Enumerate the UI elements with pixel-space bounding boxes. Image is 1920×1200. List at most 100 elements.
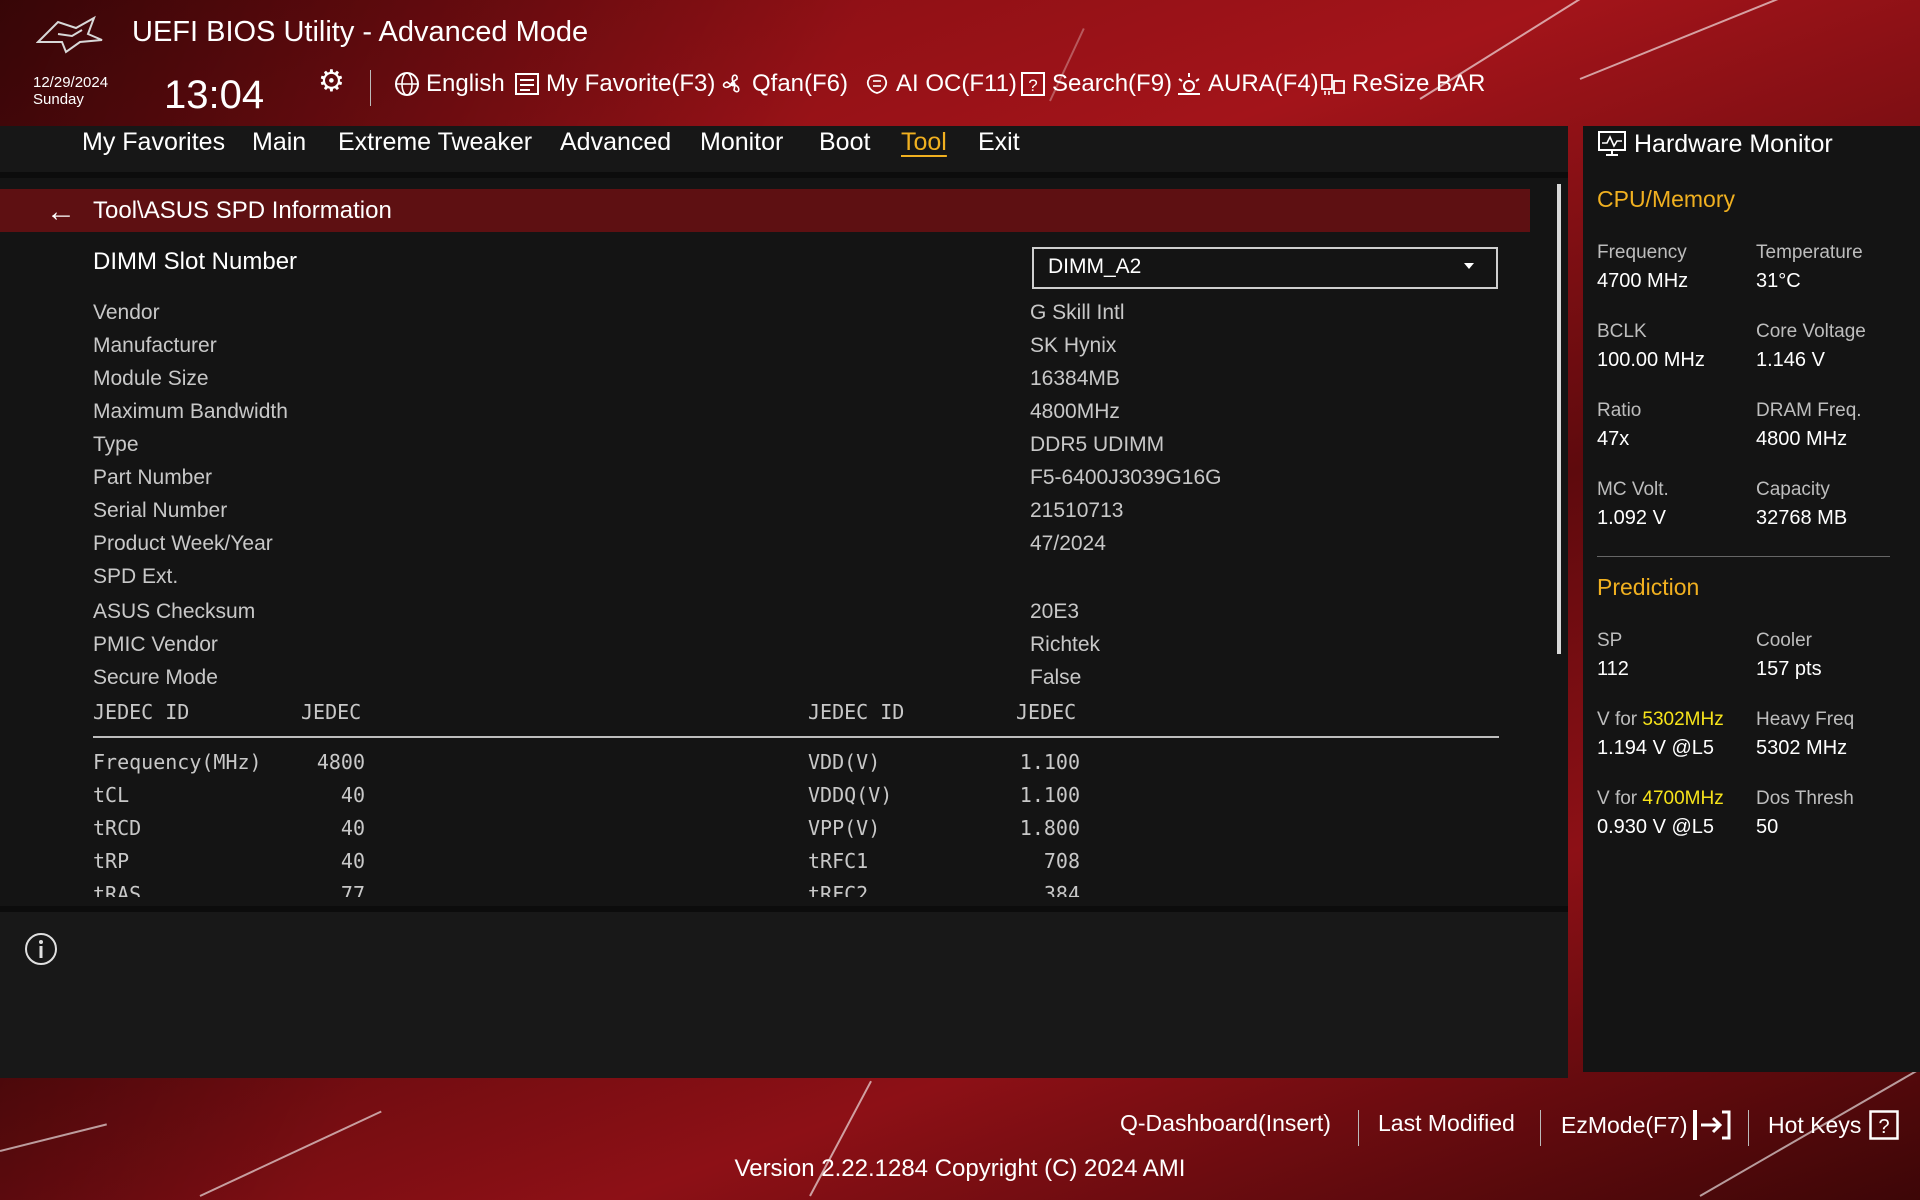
tab-tool[interactable]: Tool	[901, 128, 947, 157]
hw-label: DRAM Freq.	[1756, 400, 1862, 421]
v-for-frequency: 5302MHz	[1642, 709, 1724, 730]
qfan-label: Qfan(F6)	[752, 70, 849, 97]
hw-value: 4800 MHz	[1756, 428, 1848, 450]
weekday-text: Sunday	[33, 91, 84, 108]
jedec-row-id: tRAS	[93, 882, 142, 897]
spd-value: 21510713	[1030, 499, 1124, 522]
jedec-row-value: 40	[340, 816, 365, 840]
qfan-button[interactable]: Qfan(F6)	[720, 70, 848, 98]
aura-button[interactable]: AURA(F4)	[1176, 70, 1319, 98]
tab-monitor[interactable]: Monitor	[700, 128, 783, 157]
jedec-header: JEDEC ID	[808, 700, 905, 724]
hw-value: 1.194 V @L5	[1597, 737, 1715, 759]
help-question-icon: ?	[1869, 1110, 1900, 1140]
hw-value: 100.00 MHz	[1597, 349, 1705, 371]
hw-label: Ratio	[1597, 400, 1642, 421]
jedec-row-id: tCL	[93, 783, 130, 807]
tab-advanced[interactable]: Advanced	[560, 128, 671, 157]
spd-label: Secure Mode	[93, 666, 218, 689]
question-search-icon: ?	[1021, 72, 1045, 96]
spd-value: F5-6400J3039G16G	[1030, 466, 1222, 489]
ai-oc-button[interactable]: AI OC(F11)	[864, 70, 1017, 98]
hw-label: SP	[1597, 630, 1623, 651]
hw-value: 50	[1756, 816, 1779, 838]
my-favorite-button[interactable]: My Favorite(F3)	[514, 70, 715, 98]
hot-keys-button[interactable]: Hot Keys ?	[1768, 1110, 1900, 1140]
rog-logo-icon	[36, 15, 103, 54]
spd-value: SK Hynix	[1030, 334, 1117, 357]
dimm-slot-value: DIMM_A2	[1048, 255, 1142, 278]
tab-extreme-tweaker[interactable]: Extreme Tweaker	[338, 128, 532, 157]
fan-icon	[722, 74, 740, 93]
language-label: English	[426, 70, 505, 97]
spd-value: 16384MB	[1030, 367, 1120, 390]
date-display: 12/29/2024 Sunday	[33, 74, 108, 108]
q-dashboard-button[interactable]: Q-Dashboard(Insert)	[1120, 1110, 1331, 1137]
dimm-slot-select[interactable]: DIMM_A2	[1032, 247, 1498, 289]
spd-label: Product Week/Year	[93, 532, 273, 555]
info-icon	[25, 933, 57, 965]
ezmode-label: EzMode(F7)	[1561, 1111, 1688, 1138]
hw-label: Core Voltage	[1756, 321, 1866, 342]
help-panel	[0, 906, 1568, 1078]
header-divider	[370, 70, 371, 106]
jedec-row-id: VDDQ(V)	[808, 783, 893, 807]
tab-exit[interactable]: Exit	[978, 128, 1020, 157]
jedec-header: JEDEC	[1016, 700, 1077, 724]
jedec-header: JEDEC ID	[93, 700, 190, 724]
hot-keys-label: Hot Keys	[1768, 1111, 1862, 1138]
spd-label: SPD Ext.	[93, 565, 179, 588]
tab-boot[interactable]: Boot	[819, 128, 870, 157]
spd-label: Manufacturer	[93, 334, 217, 357]
dropdown-arrow-icon	[1464, 263, 1474, 269]
resize-bar-button[interactable]: ReSize BAR	[1320, 70, 1485, 98]
scrollbar[interactable]	[1557, 184, 1561, 654]
spd-value: G Skill Intl	[1030, 301, 1125, 324]
jedec-row-value: 77	[340, 882, 365, 897]
cpu-memory-heading: CPU/Memory	[1597, 186, 1736, 212]
hw-label: V for 4700MHz	[1597, 788, 1724, 810]
hw-value: 1.092 V	[1597, 507, 1666, 529]
spd-value: 47/2024	[1030, 532, 1106, 555]
spd-value: 20E3	[1030, 600, 1080, 623]
spd-value: Richtek	[1030, 633, 1101, 656]
jedec-row-id: tRP	[93, 849, 130, 873]
search-label: Search(F9)	[1052, 70, 1173, 97]
my-favorite-label: My Favorite(F3)	[546, 70, 716, 97]
spd-label: PMIC Vendor	[93, 633, 218, 656]
v-for-prefix: V for	[1597, 709, 1643, 730]
menu-bar	[0, 126, 1568, 178]
prediction-heading: Prediction	[1597, 574, 1700, 600]
hw-value: 157 pts	[1756, 658, 1822, 680]
spd-value: 4800MHz	[1030, 400, 1120, 423]
hw-label: Heavy Freq	[1756, 709, 1855, 730]
ai-oc-label: AI OC(F11)	[896, 70, 1017, 97]
breadcrumb-bar: ← Tool\ASUS SPD Information	[0, 189, 1530, 232]
hw-label: Cooler	[1756, 630, 1812, 651]
jedec-row-value: 708	[1043, 849, 1080, 873]
spd-label: ASUS Checksum	[93, 600, 256, 623]
tab-main[interactable]: Main	[252, 128, 306, 157]
language-button[interactable]: English	[394, 70, 505, 98]
ezmode-button[interactable]: EzMode(F7)	[1561, 1110, 1732, 1140]
favorites-list-icon	[515, 73, 539, 95]
jedec-table-body: Frequency(MHz) 4800 VDD(V) 1.100 tCL 40 …	[0, 745, 1540, 897]
hw-value: 1.146 V	[1756, 349, 1825, 371]
jedec-row-id: tRCD	[93, 816, 142, 840]
jedec-row-value: 40	[340, 783, 365, 807]
app-title: UEFI BIOS Utility - Advanced Mode	[132, 16, 589, 48]
jedec-row-value: 1.100	[1019, 783, 1080, 807]
jedec-row-value: 4800	[316, 750, 365, 774]
last-modified-button[interactable]: Last Modified	[1378, 1110, 1515, 1137]
hw-label: V for 5302MHz	[1597, 709, 1724, 731]
search-button[interactable]: ? Search(F9)	[1020, 70, 1172, 98]
aura-label: AURA(F4)	[1208, 70, 1319, 97]
hw-value: 112	[1597, 658, 1629, 680]
tab-my-favorites[interactable]: My Favorites	[82, 128, 225, 157]
hw-value: 4700 MHz	[1597, 270, 1689, 292]
gear-icon[interactable]: ⚙	[318, 64, 345, 99]
hw-label: BCLK	[1597, 321, 1647, 342]
back-arrow-icon[interactable]: ←	[46, 195, 76, 229]
jedec-row-value: 384	[1043, 882, 1080, 897]
jedec-row-value: 1.800	[1019, 816, 1080, 840]
